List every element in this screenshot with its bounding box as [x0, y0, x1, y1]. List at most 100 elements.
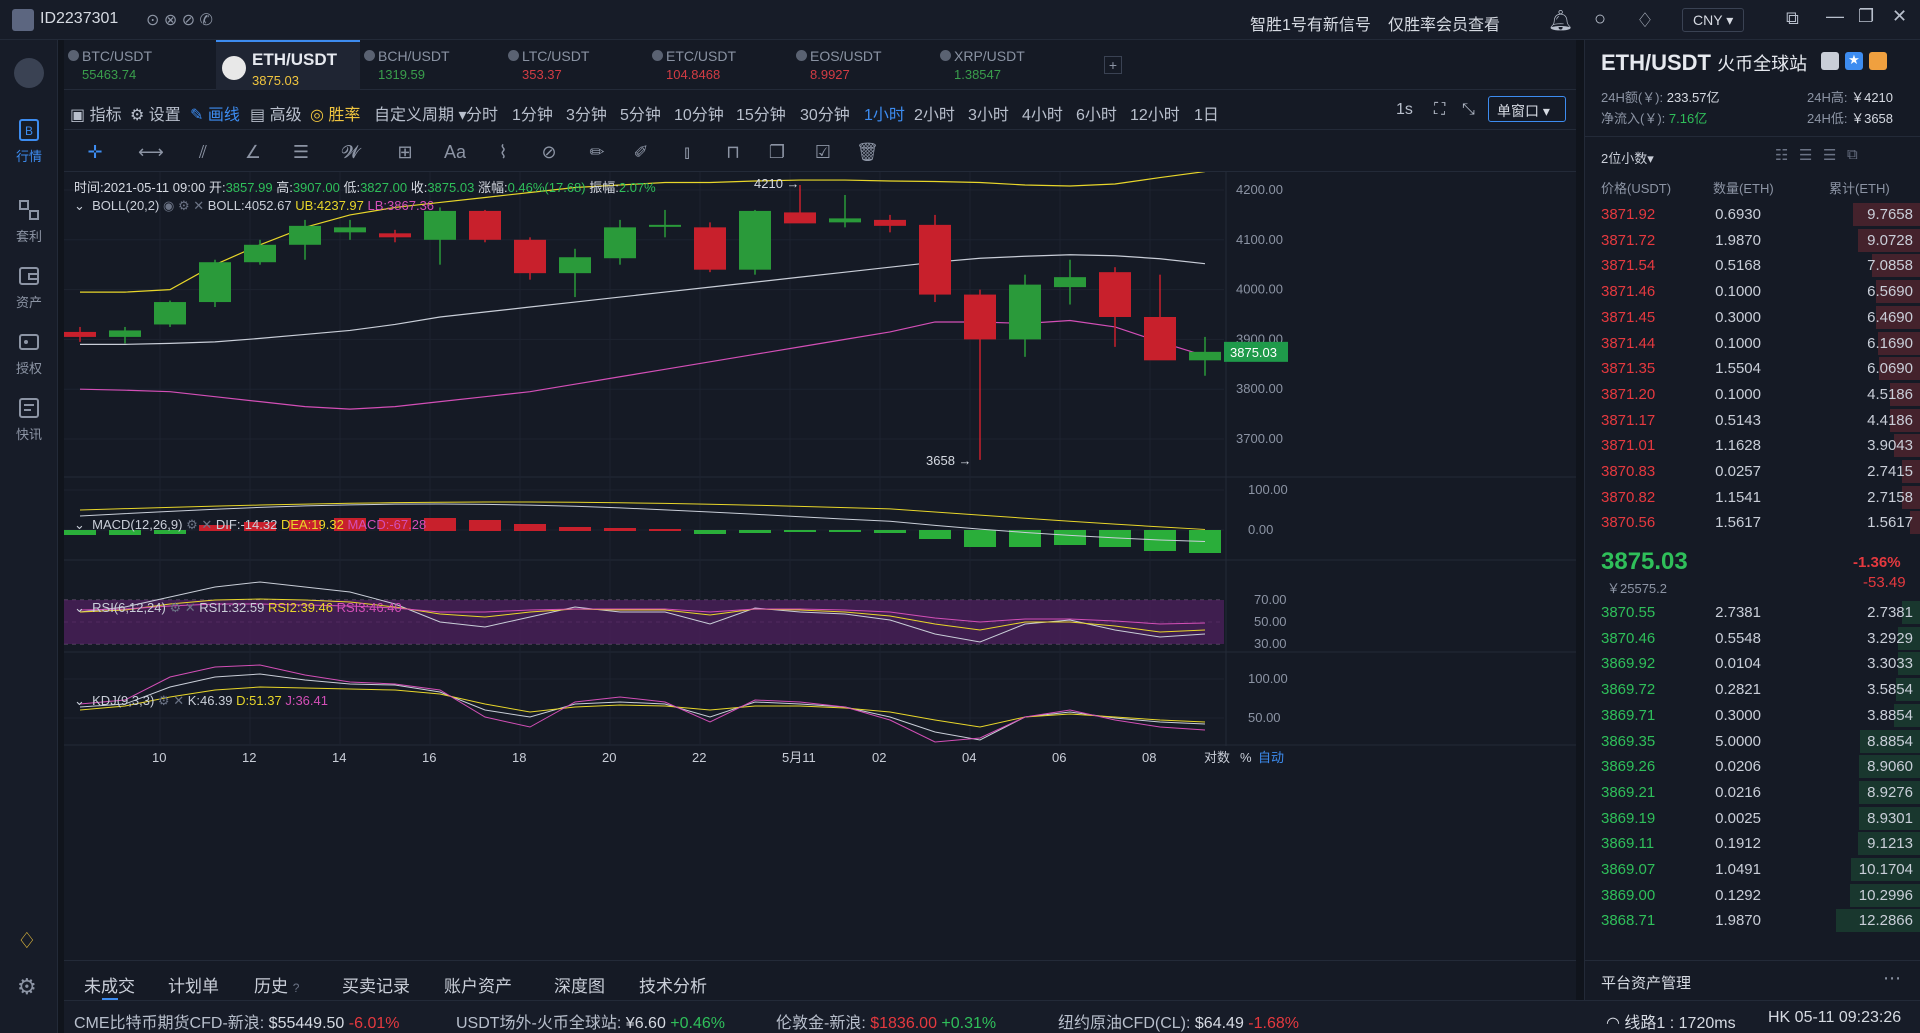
period-2[interactable]: 3分钟 — [566, 101, 607, 125]
search-icon[interactable]: ○ — [1594, 8, 1606, 31]
period-6[interactable]: 30分钟 — [800, 101, 850, 125]
orderbook-row[interactable]: 3871.92 0.6930 9.7658 — [1601, 202, 1920, 227]
shirt-icon[interactable]: ♢ — [1636, 8, 1654, 33]
orderbook-row[interactable]: 3869.07 1.0491 10.1704 — [1601, 857, 1920, 882]
signal-member-link[interactable]: 仅胜率会员查看 — [1388, 11, 1500, 35]
draw-button[interactable]: ✎ 画线 — [190, 101, 240, 125]
orderbook-row[interactable]: 3871.20 0.1000 4.5186 — [1601, 382, 1920, 407]
orderbook-row[interactable]: 3869.11 0.1912 9.1213 — [1601, 831, 1920, 856]
orderbook-row[interactable]: 3871.46 0.1000 6.5690 — [1601, 279, 1920, 304]
tab-trade-records[interactable]: 买卖记录 — [342, 972, 410, 997]
ticker-item[interactable]: USDT场外-火币全球站: ¥6.60 +0.46% — [456, 1009, 725, 1033]
orderbook-row[interactable]: 3869.71 0.3000 3.8854 — [1601, 703, 1920, 728]
edit-icon[interactable]: ☑ — [812, 141, 834, 163]
bell-icon[interactable] — [1821, 52, 1839, 70]
tab-xrp[interactable]: XRP/USDT 1.38547 — [936, 40, 1080, 90]
close-icon[interactable]: ✕ — [173, 693, 184, 708]
orderbook-row[interactable]: 3870.46 0.5548 3.2929 — [1601, 626, 1920, 651]
sidebar-item-auth[interactable]: 授权 — [0, 330, 58, 377]
tab-depth[interactable]: 深度图 — [554, 972, 605, 997]
tab-btc[interactable]: BTC/USDT 55463.74 — [64, 40, 208, 90]
orderbook-row[interactable]: 3871.17 0.5143 4.4186 — [1601, 408, 1920, 433]
custom-period-select[interactable]: 自定义周期 ▾ — [374, 101, 467, 125]
candle-tool-icon[interactable]: ⫾ — [676, 141, 698, 163]
badge-icon[interactable] — [1869, 52, 1887, 70]
collapse-icon[interactable]: ⌄ — [74, 517, 85, 532]
minimize-icon[interactable]: — — [1826, 6, 1844, 27]
star-icon[interactable]: ★ — [1845, 52, 1863, 70]
orderbook-row[interactable]: 3870.56 1.5617 1.5617 — [1601, 510, 1920, 535]
trash-icon[interactable]: 🗑︎ — [856, 141, 879, 163]
pencil-icon[interactable]: ✏ — [586, 141, 608, 163]
advanced-button[interactable]: ▤ 高级 — [250, 101, 302, 125]
period-7[interactable]: 1小时 — [864, 101, 905, 125]
expand-icon[interactable]: ⧉ — [1847, 146, 1858, 163]
tab-open-orders[interactable]: 未成交 — [84, 972, 135, 997]
parallel-lines-icon[interactable]: ☰ — [290, 141, 312, 163]
collapse-icon[interactable]: ⌄ — [74, 198, 85, 213]
close-icon[interactable]: ✕ — [1892, 6, 1907, 27]
measure-icon[interactable]: ⊞ — [394, 141, 416, 163]
pattern-icon[interactable]: ⊘ — [538, 141, 560, 163]
crosshair-icon[interactable]: ✛ — [84, 141, 106, 163]
lock-icon[interactable]: ⊓ — [722, 141, 744, 163]
orderbook-row[interactable]: 3869.00 0.1292 10.2996 — [1601, 883, 1920, 908]
asset-management-link[interactable]: 平台资产管理 — [1601, 972, 1691, 993]
tab-eth[interactable]: ETH/USDT 3875.03 — [216, 40, 360, 90]
copy-icon[interactable]: ❐ — [766, 141, 788, 163]
orderbook-row[interactable]: 3871.54 0.5168 7.0858 — [1601, 253, 1920, 278]
view-asks-icon[interactable]: ☰ — [1799, 146, 1812, 164]
orderbook-row[interactable]: 3870.83 0.0257 2.7415 — [1601, 459, 1920, 484]
price-chart[interactable]: 4200.004100.004000.003900.003800.003700.… — [64, 170, 1576, 960]
period-3[interactable]: 5分钟 — [620, 101, 661, 125]
ruler-icon[interactable]: ⌇ — [492, 141, 514, 163]
view-bids-icon[interactable]: ☰ — [1823, 146, 1836, 164]
orderbook-row[interactable]: 3869.92 0.0104 3.3033 — [1601, 651, 1920, 676]
brush-icon[interactable]: ✐ — [630, 141, 652, 163]
tab-eos[interactable]: EOS/USDT 8.9927 — [792, 40, 936, 90]
orderbook-row[interactable]: 3869.35 5.0000 8.8854 — [1601, 729, 1920, 754]
sidebar-item-market[interactable]: B 行情 — [0, 118, 58, 165]
orderbook-row[interactable]: 3871.35 1.5504 6.0690 — [1601, 356, 1920, 381]
orderbook-row[interactable]: 3871.44 0.1000 6.1690 — [1601, 331, 1920, 356]
orderbook-row[interactable]: 3868.71 1.9870 12.2866 — [1601, 908, 1920, 933]
restore-icon[interactable]: ❐ — [1858, 6, 1874, 27]
orderbook-row[interactable]: 3871.45 0.3000 6.4690 — [1601, 305, 1920, 330]
wave-icon[interactable]: 𝓦 — [340, 141, 362, 163]
fullscreen-icon[interactable]: ⛶ — [1434, 101, 1445, 119]
orderbook-row[interactable]: 3869.72 0.2821 3.5854 — [1601, 677, 1920, 702]
shrink-icon[interactable]: ⤡ — [1462, 101, 1475, 119]
eye-icon[interactable]: ◉ — [163, 198, 174, 213]
period-8[interactable]: 2小时 — [914, 101, 955, 125]
tab-technical[interactable]: 技术分析 — [639, 972, 707, 997]
period-0[interactable]: 分时 — [466, 101, 498, 125]
settings-icon[interactable]: ⚙ — [17, 974, 37, 1000]
sidebar-item-assets[interactable]: 资产 — [0, 264, 58, 311]
window-mode-select[interactable]: 单窗口 ▾ — [1488, 96, 1566, 122]
gear-icon[interactable]: ⚙ — [178, 198, 190, 213]
winrate-button[interactable]: ◎ 胜率 — [310, 101, 360, 125]
period-11[interactable]: 6小时 — [1076, 101, 1117, 125]
bell-icon[interactable]: 🔔︎ — [1548, 8, 1573, 33]
horizontal-line-icon[interactable]: ⟷ — [138, 141, 164, 163]
view-both-icon[interactable]: ☷ — [1775, 146, 1788, 164]
period-1[interactable]: 1分钟 — [512, 101, 553, 125]
close-icon[interactable]: ✕ — [201, 517, 212, 532]
signal-notice[interactable]: 智胜1号有新信号 — [1250, 11, 1371, 35]
ticker-item[interactable]: CME比特币期货CFD-新浪: $55449.50 -6.01% — [74, 1009, 399, 1033]
gear-icon[interactable]: ⚙ — [186, 517, 198, 532]
tab-bch[interactable]: BCH/USDT 1319.59 — [360, 40, 504, 90]
tab-account-assets[interactable]: 账户资产 — [444, 972, 512, 997]
period-5[interactable]: 15分钟 — [736, 101, 786, 125]
network-status[interactable]: ◠ 线路1 : 1720ms — [1606, 1009, 1736, 1033]
diamond-icon[interactable]: ♢ — [17, 928, 37, 954]
orderbook-row[interactable]: 3870.82 1.1541 2.7158 — [1601, 485, 1920, 510]
close-icon[interactable]: ✕ — [185, 600, 196, 615]
currency-select[interactable]: CNY ▾ — [1682, 8, 1744, 32]
tab-history[interactable]: 历史 ? — [254, 972, 299, 997]
close-icon[interactable]: ✕ — [193, 198, 204, 213]
indicator-button[interactable]: ▣ 指标 — [70, 101, 122, 125]
more-icon[interactable]: ⋯ — [1883, 968, 1901, 989]
sidebar-item-arbitrage[interactable]: 套利 — [0, 198, 58, 245]
trend-line-icon[interactable]: ⫽ — [192, 141, 214, 163]
